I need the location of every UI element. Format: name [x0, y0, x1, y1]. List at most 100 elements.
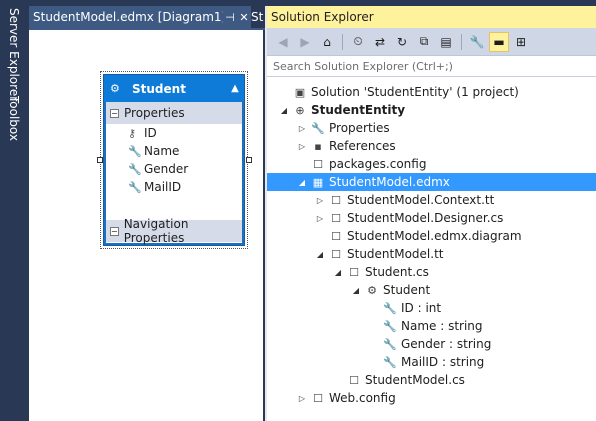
solution-explorer-panel: Solution Explorer ◀ ▶ ⌂ ⏲ ⇄ ↻ ⧉ ▤ 🔧 ▬ ⊞ …: [265, 6, 596, 421]
tree-node[interactable]: ▷ ☐ StudentModel.Designer.cs: [267, 209, 596, 227]
sync-icon[interactable]: ⇄: [370, 32, 390, 52]
property-icon: 🔧: [383, 337, 397, 351]
server-explorer-tab[interactable]: Server Explorer: [6, 8, 22, 101]
home-icon[interactable]: ⌂: [317, 32, 337, 52]
document-tab[interactable]: StudentModel.edmx [Diagram1]* ⊣ ✕: [29, 6, 251, 28]
navigation-properties-label: Navigation Properties: [123, 217, 189, 245]
tree-node[interactable]: ☐ StudentModel.cs: [267, 371, 596, 389]
key-icon: ⚷: [128, 126, 137, 140]
forward-icon[interactable]: ▶: [295, 32, 315, 52]
tree-node-label: Properties: [329, 121, 390, 135]
entity-property-row[interactable]: 🔧 Gender: [106, 160, 242, 178]
tree-node[interactable]: ▣ Solution 'StudentEntity' (1 project): [267, 83, 596, 101]
properties-wrench-icon[interactable]: 🔧: [467, 32, 487, 52]
property-icon: 🔧: [383, 301, 397, 315]
entity-property-row[interactable]: ⚷ ID: [106, 124, 242, 142]
back-icon[interactable]: ◀: [273, 32, 293, 52]
toolbar-separator: [342, 33, 343, 50]
tree-node-label: Web.config: [329, 391, 396, 405]
tree-node-label: Solution 'StudentEntity' (1 project): [311, 85, 519, 99]
tree-node-label: Gender : string: [401, 337, 492, 351]
entity-shape-student[interactable]: ⚙ Student ▲ − Properties ⚷ ID 🔧 Name 🔧 Gender…: [103, 74, 245, 246]
tree-node[interactable]: ◢ ☐ Student.cs: [267, 263, 596, 281]
tree-node[interactable]: ▷ 🔧 Properties: [267, 119, 596, 137]
tree-node-label: Student: [383, 283, 431, 297]
cs-file-icon: ☐: [349, 265, 359, 279]
entity-property-row[interactable]: 🔧 MailID: [106, 178, 242, 196]
properties-section-header[interactable]: − Properties: [106, 102, 242, 124]
tree-node[interactable]: ▷ ▪ References: [267, 137, 596, 155]
expanded-arrow-icon[interactable]: ◢: [277, 106, 291, 115]
entity-header[interactable]: ⚙ Student ▲: [104, 75, 244, 102]
show-all-files-icon[interactable]: ▤: [436, 32, 456, 52]
toolbox-tab[interactable]: Toolbox: [6, 96, 22, 141]
solution-explorer-toolbar: ◀ ▶ ⌂ ⏲ ⇄ ↻ ⧉ ▤ 🔧 ▬ ⊞: [267, 28, 596, 56]
resize-handle-right[interactable]: [246, 157, 252, 163]
solution-icon: ▣: [294, 85, 306, 99]
expanded-arrow-icon[interactable]: ◢: [313, 250, 327, 259]
tree-node[interactable]: ◢ ⚙ Student: [267, 281, 596, 299]
collapsed-arrow-icon[interactable]: ▷: [295, 394, 309, 403]
tree-node[interactable]: 🔧 ID : int: [267, 299, 596, 317]
collapsed-arrow-icon[interactable]: ▷: [313, 196, 327, 205]
wrench-icon: 🔧: [311, 121, 325, 135]
expanded-arrow-icon[interactable]: ◢: [331, 268, 345, 277]
tree-node[interactable]: 🔧 Name : string: [267, 317, 596, 335]
refresh-icon[interactable]: ↻: [392, 32, 412, 52]
second-document-tab[interactable]: St: [251, 6, 265, 28]
tree-node-label: StudentModel.tt: [347, 247, 444, 261]
minus-box-icon[interactable]: −: [110, 226, 119, 236]
entity-property-row[interactable]: 🔧 Name: [106, 142, 242, 160]
tree-node-label: Student.cs: [365, 265, 429, 279]
collapsed-arrow-icon[interactable]: ▷: [295, 142, 309, 151]
search-input[interactable]: [273, 59, 573, 73]
tree-node-label: packages.config: [329, 157, 427, 171]
side-dock-strip: Server Explorer Toolbox: [0, 0, 29, 421]
tree-node-label: StudentModel.cs: [365, 373, 465, 387]
tree-node[interactable]: ▷ ☐ StudentModel.Context.tt: [267, 191, 596, 209]
tree-node[interactable]: ☐ StudentModel.edmx.diagram: [267, 227, 596, 245]
property-icon: 🔧: [383, 319, 397, 333]
collapse-icon[interactable]: ▲: [226, 83, 244, 94]
collapsed-arrow-icon[interactable]: ▷: [313, 214, 327, 223]
entity-property-label: ID: [144, 126, 157, 140]
tree-node-label: StudentModel.Context.tt: [347, 193, 495, 207]
entity-name: Student: [132, 81, 186, 96]
tree-node[interactable]: ▷ ☐ Web.config: [267, 389, 596, 407]
diagram-file-icon: ☐: [331, 229, 341, 243]
expanded-arrow-icon[interactable]: ◢: [349, 286, 363, 295]
collapse-all-icon[interactable]: ⧉: [414, 32, 434, 52]
entity-property-label: MailID: [144, 180, 182, 194]
class-diagram-icon[interactable]: ⊞: [511, 32, 531, 52]
tree-node[interactable]: ◢ ⊕ StudentEntity: [267, 101, 596, 119]
preview-icon[interactable]: ▬: [489, 31, 509, 52]
solution-tree: ▣ Solution 'StudentEntity' (1 project) ◢ ⊕ S…: [267, 77, 596, 407]
config-file-icon: ☐: [313, 391, 323, 405]
entity-property-label: Gender: [144, 162, 189, 176]
cs-file-icon: ☐: [349, 373, 359, 387]
tree-node[interactable]: 🔧 MailID : string: [267, 353, 596, 371]
document-tab-title: StudentModel.edmx [Diagram1]*: [33, 10, 223, 24]
tree-node[interactable]: ◢ ☐ StudentModel.tt: [267, 245, 596, 263]
pin-icon[interactable]: ⊣: [223, 11, 237, 24]
tree-node-label: StudentEntity: [311, 103, 406, 117]
entity-body: − Properties ⚷ ID 🔧 Name 🔧 Gender 🔧 MailID − Na…: [106, 102, 242, 245]
tree-node-label: ID : int: [401, 301, 442, 315]
tree-node-label: References: [329, 139, 396, 153]
search-box[interactable]: [267, 56, 596, 77]
collapsed-arrow-icon[interactable]: ▷: [295, 124, 309, 133]
close-icon[interactable]: ✕: [237, 11, 251, 24]
tree-node-label: StudentModel.edmx.diagram: [347, 229, 522, 243]
navigation-properties-header[interactable]: − Navigation Properties: [106, 217, 242, 245]
entity-property-label: Name: [144, 144, 180, 158]
tt-file-icon: ☐: [331, 247, 341, 261]
expanded-arrow-icon[interactable]: ◢: [295, 178, 309, 187]
minus-box-icon[interactable]: −: [110, 108, 119, 118]
history-dropdown-icon[interactable]: ⏲: [348, 32, 368, 52]
tree-node[interactable]: ◢ ▦ StudentModel.edmx: [267, 173, 596, 191]
wrench-icon: 🔧: [128, 162, 142, 176]
tree-node[interactable]: 🔧 Gender : string: [267, 335, 596, 353]
tree-node-label: MailID : string: [401, 355, 485, 369]
tt-file-icon: ☐: [331, 193, 341, 207]
tree-node[interactable]: ☐ packages.config: [267, 155, 596, 173]
